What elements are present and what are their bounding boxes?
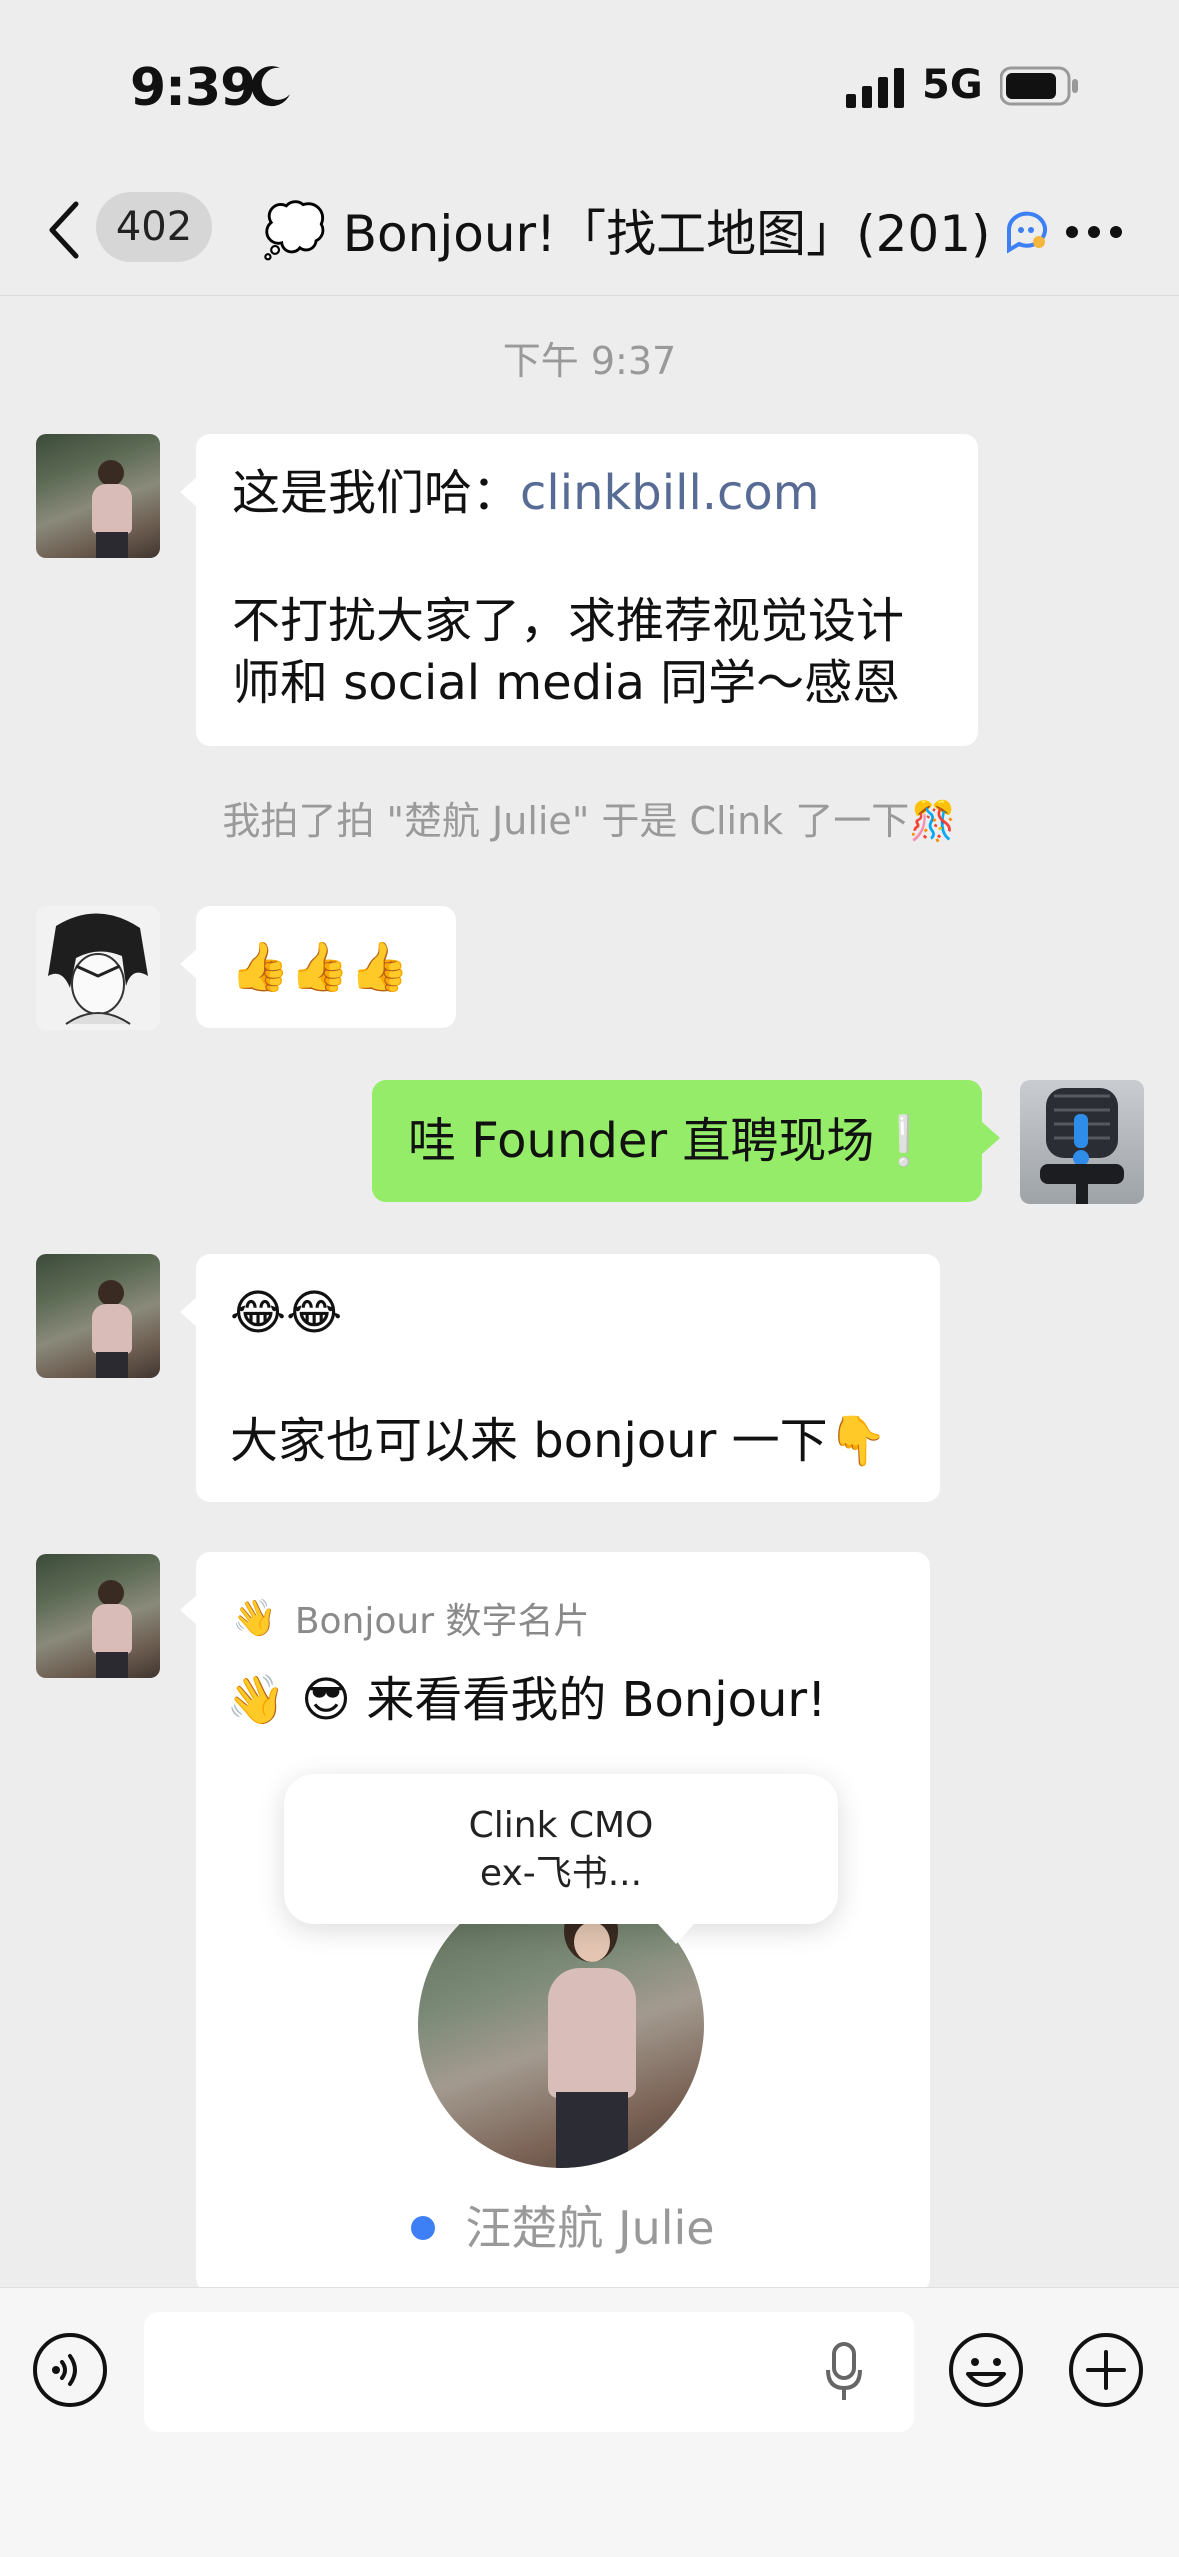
manga-portrait-icon <box>48 913 148 1025</box>
tooltip-subtitle: ex-飞书... <box>479 1853 643 1894</box>
message-text: 哇 Founder 直聘现场❕ <box>408 1113 935 1169</box>
status-bar: 9:39 5G <box>0 0 1179 170</box>
chat-header: 402 💭 Bonjour!「找工地图」(201) <box>0 170 1179 296</box>
card-header-label: Bonjour 数字名片 <box>294 1601 590 1642</box>
status-time: 9:39 <box>130 58 256 118</box>
status-dot-icon <box>411 2215 436 2240</box>
card-tooltip: Clink CMO ex-飞书... <box>284 1774 838 1944</box>
message-input[interactable] <box>144 2312 914 2432</box>
avatar-manga[interactable] <box>36 906 160 1030</box>
signal-icon <box>846 68 904 108</box>
avatar-julie[interactable] <box>36 1254 160 1378</box>
system-message: 我拍了拍 "楚航 Julie" 于是 Clink 了一下🎊 <box>222 799 957 843</box>
chat-title-group[interactable]: 💭 Bonjour!「找工地图」(201) <box>262 192 1053 268</box>
tooltip-title: Clink CMO <box>468 1805 654 1846</box>
avatar-julie[interactable] <box>36 434 160 558</box>
office-chair-icon <box>1040 1088 1124 1204</box>
message-text: 👍👍👍 <box>230 939 410 995</box>
input-bar <box>0 2287 1179 2557</box>
card-name-row: 汪楚航 Julie <box>196 2192 930 2258</box>
message-text: 这是我们哈： <box>232 465 521 521</box>
emoji-icon[interactable] <box>948 2332 1024 2408</box>
sent-message-bubble[interactable]: 哇 Founder 直聘现场❕ <box>372 1080 1000 1202</box>
network-label: 5G <box>922 62 983 108</box>
battery-icon <box>1000 66 1078 106</box>
moon-icon <box>251 66 290 107</box>
microphone-icon[interactable] <box>824 2342 864 2402</box>
plus-icon[interactable] <box>1068 2332 1144 2408</box>
avatar-self[interactable] <box>1020 1080 1144 1204</box>
message-bubble[interactable]: 这是我们哈：clinkbill.com 不打扰大家了，求推荐视觉设计 师和 so… <box>180 434 978 746</box>
bonjour-card[interactable]: 👋 Bonjour 数字名片 👋 😎 来看看我的 Bonjour! Clink … <box>180 1552 930 2292</box>
wave-hand-icon: 👋 <box>232 1598 277 1639</box>
message-link[interactable]: clinkbill.com <box>520 465 820 521</box>
message-timestamp: 下午 9:37 <box>502 339 677 383</box>
message-line: 这是我们哈：clinkbill.com <box>232 462 820 524</box>
back-chevron-icon[interactable] <box>44 200 84 260</box>
card-name: 汪楚航 Julie <box>465 2201 715 2255</box>
ai-chat-icon <box>1006 211 1047 254</box>
message-text: 😂😂 <box>230 1285 343 1341</box>
message-bubble[interactable]: 😂😂 大家也可以来 bonjour 一下👇 <box>180 1254 940 1502</box>
card-headline: 👋 😎 来看看我的 Bonjour! <box>226 1672 827 1728</box>
unread-count-badge[interactable]: 402 <box>96 192 212 262</box>
card-header: 👋 Bonjour 数字名片 <box>232 1592 589 1644</box>
message-text: 大家也可以来 bonjour 一下👇 <box>230 1413 888 1469</box>
message-text: 不打扰大家了，求推荐视觉设计 <box>232 593 905 649</box>
message-text: 师和 social media 同学～感恩 <box>232 655 901 711</box>
more-options-icon[interactable] <box>1064 222 1124 242</box>
voice-mode-icon[interactable] <box>32 2332 108 2408</box>
message-bubble[interactable]: 👍👍👍 <box>180 906 456 1028</box>
thought-bubble-icon: 💭 <box>262 200 327 261</box>
avatar-julie[interactable] <box>36 1554 160 1678</box>
chat-title: Bonjour!「找工地图」(201) <box>342 205 991 263</box>
